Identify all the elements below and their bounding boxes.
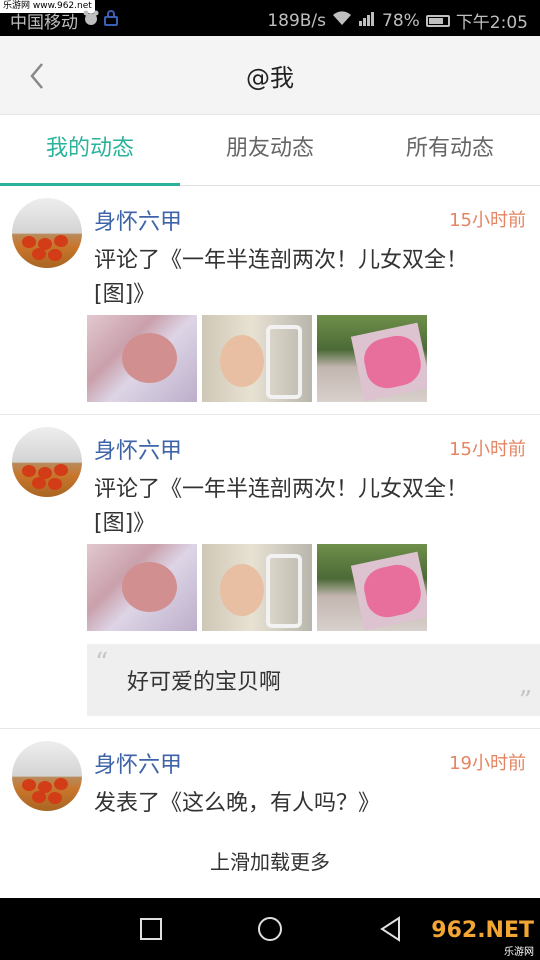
close-quote-icon: ” [518, 686, 532, 716]
recent-apps-button[interactable] [136, 914, 166, 944]
navigation-bar: 962.NET 乐游网 [0, 898, 540, 960]
image-detail [266, 554, 302, 628]
image-detail [220, 335, 264, 387]
page-title: @我 [246, 64, 294, 92]
battery-icon [425, 14, 450, 27]
avatar-decoration [22, 779, 36, 791]
avatar-decoration [32, 248, 46, 260]
avatar-decoration [32, 791, 46, 803]
avatar-decoration [22, 465, 36, 477]
post-time: 19小时前 [449, 753, 526, 774]
comment-box[interactable]: “ 好可爱的宝贝啊 ” [87, 644, 540, 716]
tab-friends-activity[interactable]: 朋友动态 [180, 115, 360, 185]
back-nav-button[interactable] [376, 914, 406, 944]
avatar-decoration [32, 477, 46, 489]
carrier-name: 中国移动 [10, 13, 78, 33]
circle-icon [258, 917, 282, 941]
thumbnail-image[interactable] [317, 315, 427, 402]
avatar-decoration [54, 464, 68, 476]
activity-feed: 身怀六甲 15小时前 评论了《一年半连剖两次！儿女双全！[图]》 身怀六甲 15… [0, 186, 540, 829]
network-speed: 189B/s [267, 10, 327, 31]
username[interactable]: 身怀六甲 [94, 433, 182, 465]
avatar-decoration [48, 792, 62, 804]
thumbnail-image[interactable] [202, 315, 312, 402]
username[interactable]: 身怀六甲 [94, 204, 182, 236]
square-icon [140, 918, 162, 940]
thumbnail-image[interactable] [317, 544, 427, 631]
avatar-decoration [48, 249, 62, 261]
tab-all-activity[interactable]: 所有动态 [360, 115, 540, 185]
post-time: 15小时前 [449, 210, 526, 231]
site-logo: 962.NET 乐游网 [431, 918, 534, 958]
logo-subtext: 乐游网 [504, 947, 534, 958]
load-more-hint[interactable]: 上滑加载更多 [0, 846, 540, 875]
logo-text: 962.NET [431, 918, 534, 943]
avatar[interactable] [12, 741, 82, 811]
image-detail [122, 562, 177, 612]
tab-bar: 我的动态 朋友动态 所有动态 [0, 115, 540, 186]
battery-percent: 78% [382, 10, 420, 31]
thumbnail-image[interactable] [87, 544, 197, 631]
triangle-back-icon [380, 916, 400, 942]
thumbnail-image[interactable] [87, 315, 197, 402]
image-detail [122, 333, 177, 383]
lock-icon [104, 10, 118, 31]
avatar-decoration [54, 778, 68, 790]
tab-my-activity[interactable]: 我的动态 [0, 115, 180, 186]
home-button[interactable] [255, 914, 285, 944]
image-gallery [87, 544, 427, 631]
clock: 下午2:05 [455, 13, 528, 33]
list-item[interactable]: 身怀六甲 19小时前 发表了《这么晚，有人吗？》 [0, 729, 540, 829]
image-gallery [87, 315, 427, 402]
title-bar: @我 [0, 36, 540, 115]
status-bar: 乐游网 www.962.net 中国移动 189B/s 78% 下午2:05 [0, 0, 540, 36]
list-item[interactable]: 身怀六甲 15小时前 评论了《一年半连剖两次！儿女双全！[图]》 [0, 186, 540, 415]
post-time: 15小时前 [449, 439, 526, 460]
avatar-decoration [48, 478, 62, 490]
notification-icon [82, 10, 100, 31]
avatar-decoration [22, 236, 36, 248]
wifi-icon [332, 10, 352, 31]
list-item[interactable]: 身怀六甲 15小时前 评论了《一年半连剖两次！儿女双全！[图]》 “ 好可爱的宝… [0, 415, 540, 729]
post-content[interactable]: 发表了《这么晚，有人吗？》 [94, 787, 510, 821]
avatar[interactable] [12, 198, 82, 268]
post-content[interactable]: 评论了《一年半连剖两次！儿女双全！[图]》 [94, 473, 510, 541]
comment-text: 好可爱的宝贝啊 [127, 670, 282, 695]
image-detail [220, 564, 264, 616]
thumbnail-image[interactable] [202, 544, 312, 631]
post-content[interactable]: 评论了《一年半连剖两次！儿女双全！[图]》 [94, 244, 510, 312]
open-quote-icon: “ [95, 648, 109, 678]
username[interactable]: 身怀六甲 [94, 747, 182, 779]
signal-icon [358, 10, 376, 31]
avatar[interactable] [12, 427, 82, 497]
image-detail [266, 325, 302, 399]
avatar-decoration [54, 235, 68, 247]
